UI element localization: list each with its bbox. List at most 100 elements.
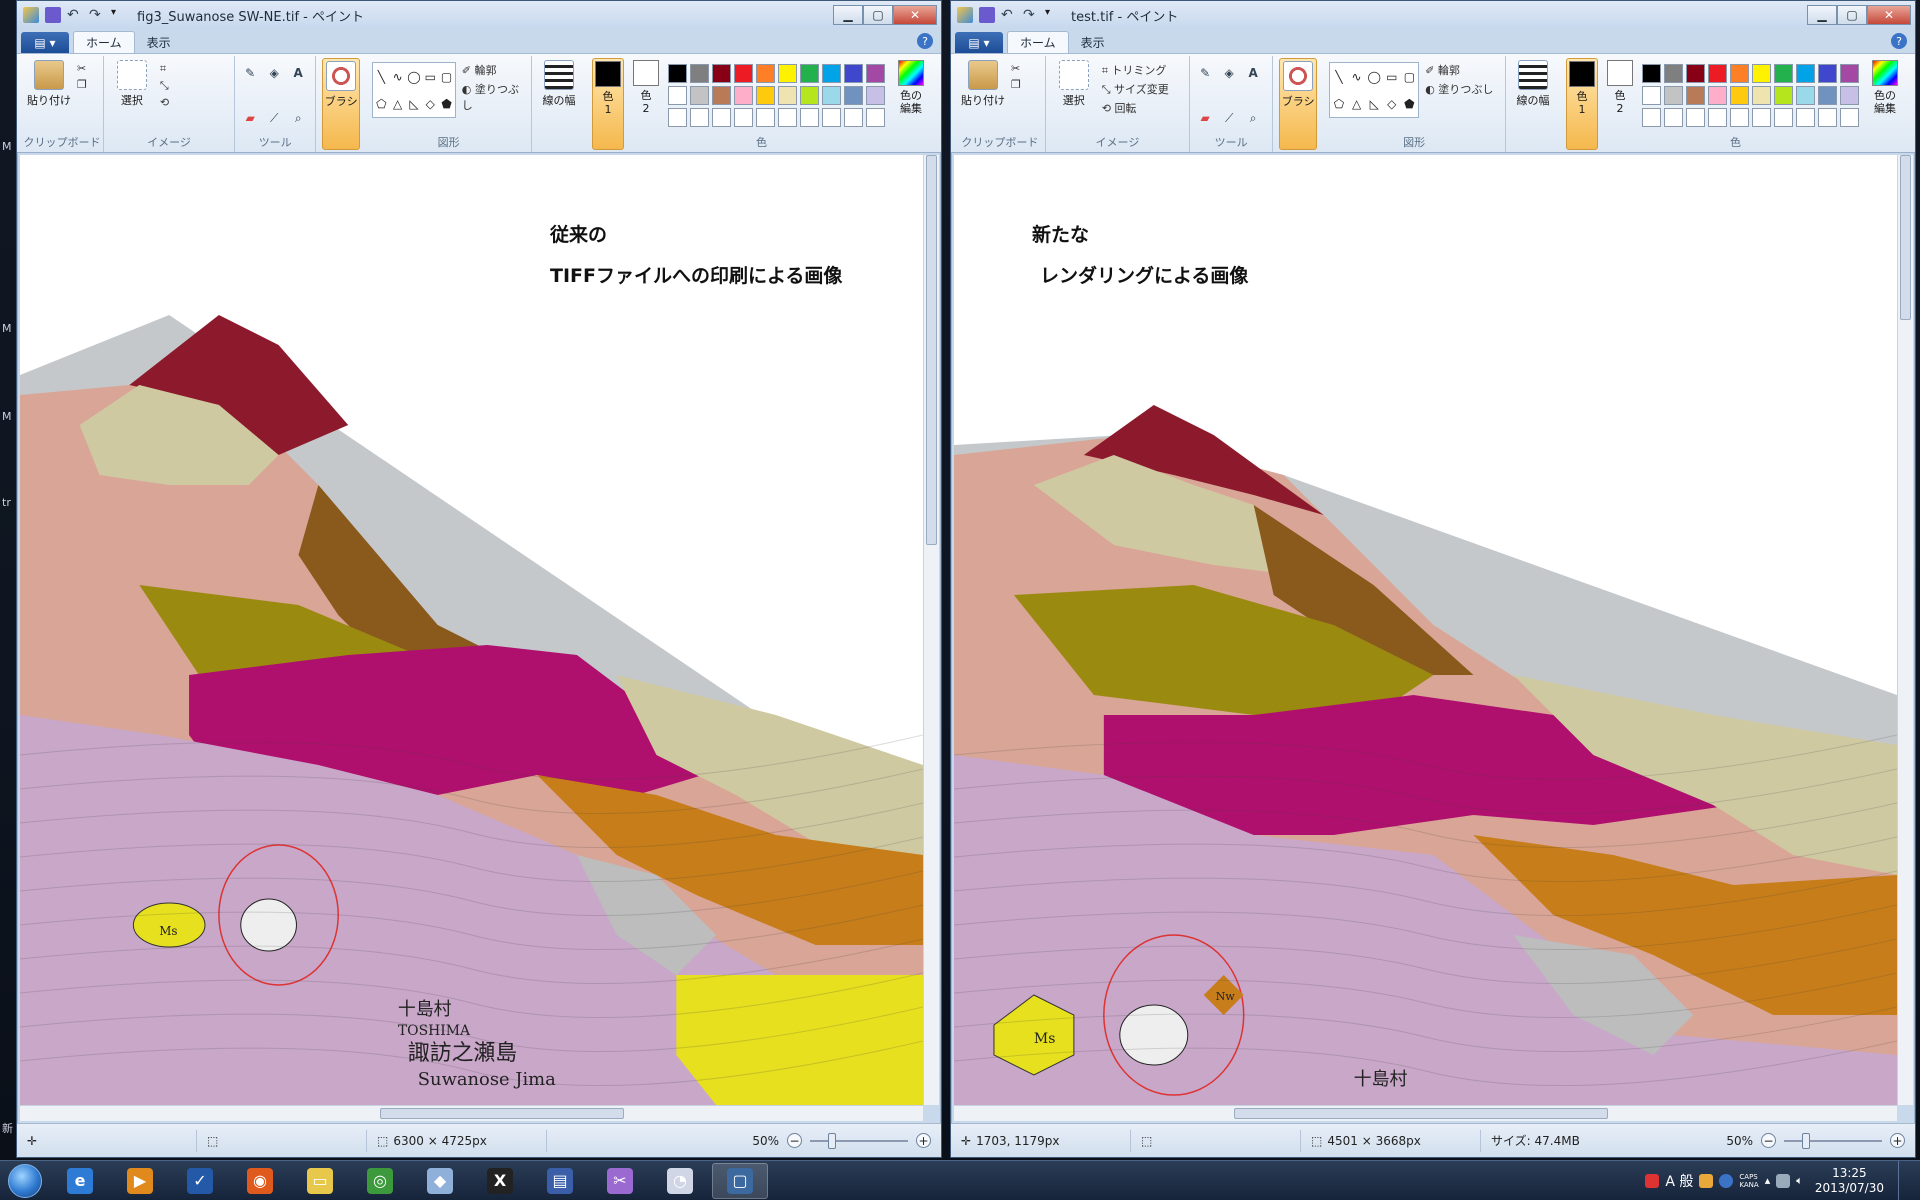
taskbar-media-button[interactable]: ▶	[112, 1163, 168, 1199]
title-bar[interactable]: ↶ ↷ ▾ fig3_Suwanose SW-NE.tif - ペイント ▁ ▢…	[17, 1, 941, 29]
palette-swatch[interactable]	[755, 108, 775, 127]
vertical-scroll-thumb[interactable]	[926, 155, 937, 545]
palette-swatch[interactable]	[1730, 64, 1749, 83]
palette-swatch[interactable]	[777, 86, 797, 105]
diamond-shape-icon[interactable]: ◇	[1387, 97, 1396, 111]
palette-swatch[interactable]	[1730, 86, 1749, 105]
zoom-in-button[interactable]: +	[916, 1133, 931, 1148]
magnifier-icon[interactable]: ⌕	[1244, 109, 1262, 127]
copy-icon[interactable]: ❐	[77, 78, 87, 91]
palette-swatch[interactable]	[1730, 108, 1749, 127]
palette-swatch[interactable]	[777, 108, 797, 127]
taskbar-firefox-button[interactable]: ◉	[232, 1163, 288, 1199]
palette-swatch[interactable]	[1840, 86, 1859, 105]
palette-swatch[interactable]	[1664, 86, 1683, 105]
undo-icon[interactable]: ↶	[67, 7, 83, 23]
horizontal-scrollbar[interactable]	[954, 1105, 1897, 1121]
fill-bucket-icon[interactable]: ◈	[1220, 64, 1238, 82]
crop-button[interactable]: ⌗ トリミング	[1102, 62, 1169, 78]
fill-button[interactable]: ◐ 塗りつぶし	[1425, 81, 1493, 97]
ime-help-icon[interactable]	[1719, 1173, 1734, 1188]
palette-swatch[interactable]	[755, 86, 775, 105]
triangle-shape-icon[interactable]: △	[1352, 97, 1361, 111]
brush-button[interactable]: ブラシ	[1279, 58, 1318, 150]
cut-icon[interactable]: ✂	[1011, 62, 1021, 75]
palette-swatch[interactable]	[733, 64, 753, 83]
resize-button[interactable]: ⤡ サイズ変更	[1102, 81, 1169, 97]
qat-dropdown-icon[interactable]: ▾	[1045, 7, 1061, 23]
network-icon[interactable]	[1776, 1173, 1791, 1188]
rect-shape-icon[interactable]: ▭	[425, 70, 436, 84]
magnifier-icon[interactable]: ⌕	[289, 109, 307, 127]
rotate-button[interactable]: ⟲ 回転	[1102, 100, 1169, 116]
redo-icon[interactable]: ↷	[1023, 7, 1039, 23]
canvas[interactable]: 十島村 TOSHIMA 諏訪之瀬島 Suwanose Jima Ms 従来の TIFFフ…	[20, 155, 923, 1105]
pentagon-shape-icon[interactable]: ⬟	[441, 97, 451, 111]
palette-swatch[interactable]	[1642, 64, 1661, 83]
palette-swatch[interactable]	[1708, 108, 1727, 127]
crop-button[interactable]: ⌗	[160, 62, 169, 76]
palette-swatch[interactable]	[1752, 108, 1771, 127]
palette-swatch[interactable]	[821, 64, 841, 83]
palette-swatch[interactable]	[1686, 108, 1705, 127]
oval-shape-icon[interactable]: ◯	[407, 70, 420, 84]
taskbar-paint-button[interactable]: ◔	[652, 1163, 708, 1199]
zoom-slider-knob[interactable]	[1802, 1132, 1810, 1149]
palette-swatch[interactable]	[1818, 108, 1837, 127]
horizontal-scrollbar[interactable]	[20, 1105, 923, 1121]
curve-shape-icon[interactable]: ∿	[393, 70, 403, 84]
palette-swatch[interactable]	[711, 108, 731, 127]
palette-swatch[interactable]	[667, 108, 687, 127]
tab-home[interactable]: ホーム	[1007, 31, 1069, 53]
line-shape-icon[interactable]: ╲	[378, 70, 385, 84]
vertical-scrollbar[interactable]	[923, 155, 939, 1105]
minimize-button[interactable]: ▁	[833, 5, 863, 25]
palette-swatch[interactable]	[1752, 86, 1771, 105]
palette-swatch[interactable]	[1686, 64, 1705, 83]
pencil-icon[interactable]: ✎	[241, 64, 259, 82]
tray-app-icon[interactable]	[1645, 1173, 1660, 1188]
paint-window-left[interactable]: ↶ ↷ ▾ fig3_Suwanose SW-NE.tif - ペイント ▁ ▢…	[16, 0, 942, 1158]
title-bar[interactable]: ↶ ↷ ▾ test.tif - ペイント ▁ ▢ ✕	[951, 1, 1915, 29]
close-button[interactable]: ✕	[893, 5, 937, 25]
zoom-out-button[interactable]: −	[1761, 1133, 1776, 1148]
palette-swatch[interactable]	[777, 64, 797, 83]
zoom-slider[interactable]	[810, 1132, 908, 1149]
show-desktop-button[interactable]	[1898, 1160, 1912, 1200]
ime-indicator[interactable]: A 般	[1665, 1171, 1693, 1191]
pencil-icon[interactable]: ✎	[1196, 64, 1214, 82]
polygon-shape-icon[interactable]: ⬠	[376, 97, 386, 111]
minimize-button[interactable]: ▁	[1807, 5, 1837, 25]
taskbar-word-button[interactable]: ▤	[532, 1163, 588, 1199]
fill-button[interactable]: ◐ 塗りつぶし	[462, 81, 525, 113]
qat-dropdown-icon[interactable]: ▾	[111, 7, 127, 23]
paint-app-icon[interactable]	[23, 7, 39, 23]
zoom-slider-knob[interactable]	[828, 1132, 836, 1149]
palette-swatch[interactable]	[667, 64, 687, 83]
triangle-shape-icon[interactable]: △	[393, 97, 402, 111]
taskbar-notes-button[interactable]: ◆	[412, 1163, 468, 1199]
taskbar-chrome-button[interactable]: ◎	[352, 1163, 408, 1199]
outline-button[interactable]: ✐ 輪郭	[1425, 62, 1493, 78]
palette-swatch[interactable]	[1664, 64, 1683, 83]
palette-swatch[interactable]	[1774, 108, 1793, 127]
brush-button[interactable]: ブラシ	[322, 58, 361, 150]
zoom-out-button[interactable]: −	[787, 1133, 802, 1148]
palette-swatch[interactable]	[1664, 108, 1683, 127]
palette-swatch[interactable]	[1752, 64, 1771, 83]
canvas[interactable]: Ms Nw 十島村 新たな レンダリングによる画像	[954, 155, 1897, 1105]
eraser-icon[interactable]: ▰	[241, 109, 259, 127]
color-picker-icon[interactable]: ⟋	[1220, 109, 1238, 127]
palette-swatch[interactable]	[1686, 86, 1705, 105]
help-icon[interactable]: ?	[1891, 33, 1907, 49]
taskbar-explorer-button[interactable]: ▭	[292, 1163, 348, 1199]
clock[interactable]: 13:25 2013/07/30	[1815, 1166, 1884, 1196]
palette-swatch[interactable]	[1708, 64, 1727, 83]
undo-icon[interactable]: ↶	[1001, 7, 1017, 23]
palette-swatch[interactable]	[733, 108, 753, 127]
vertical-scroll-thumb[interactable]	[1900, 155, 1911, 320]
palette-swatch[interactable]	[689, 64, 709, 83]
copy-icon[interactable]: ❐	[1011, 78, 1021, 91]
curve-shape-icon[interactable]: ∿	[1352, 70, 1362, 84]
close-button[interactable]: ✕	[1867, 5, 1911, 25]
